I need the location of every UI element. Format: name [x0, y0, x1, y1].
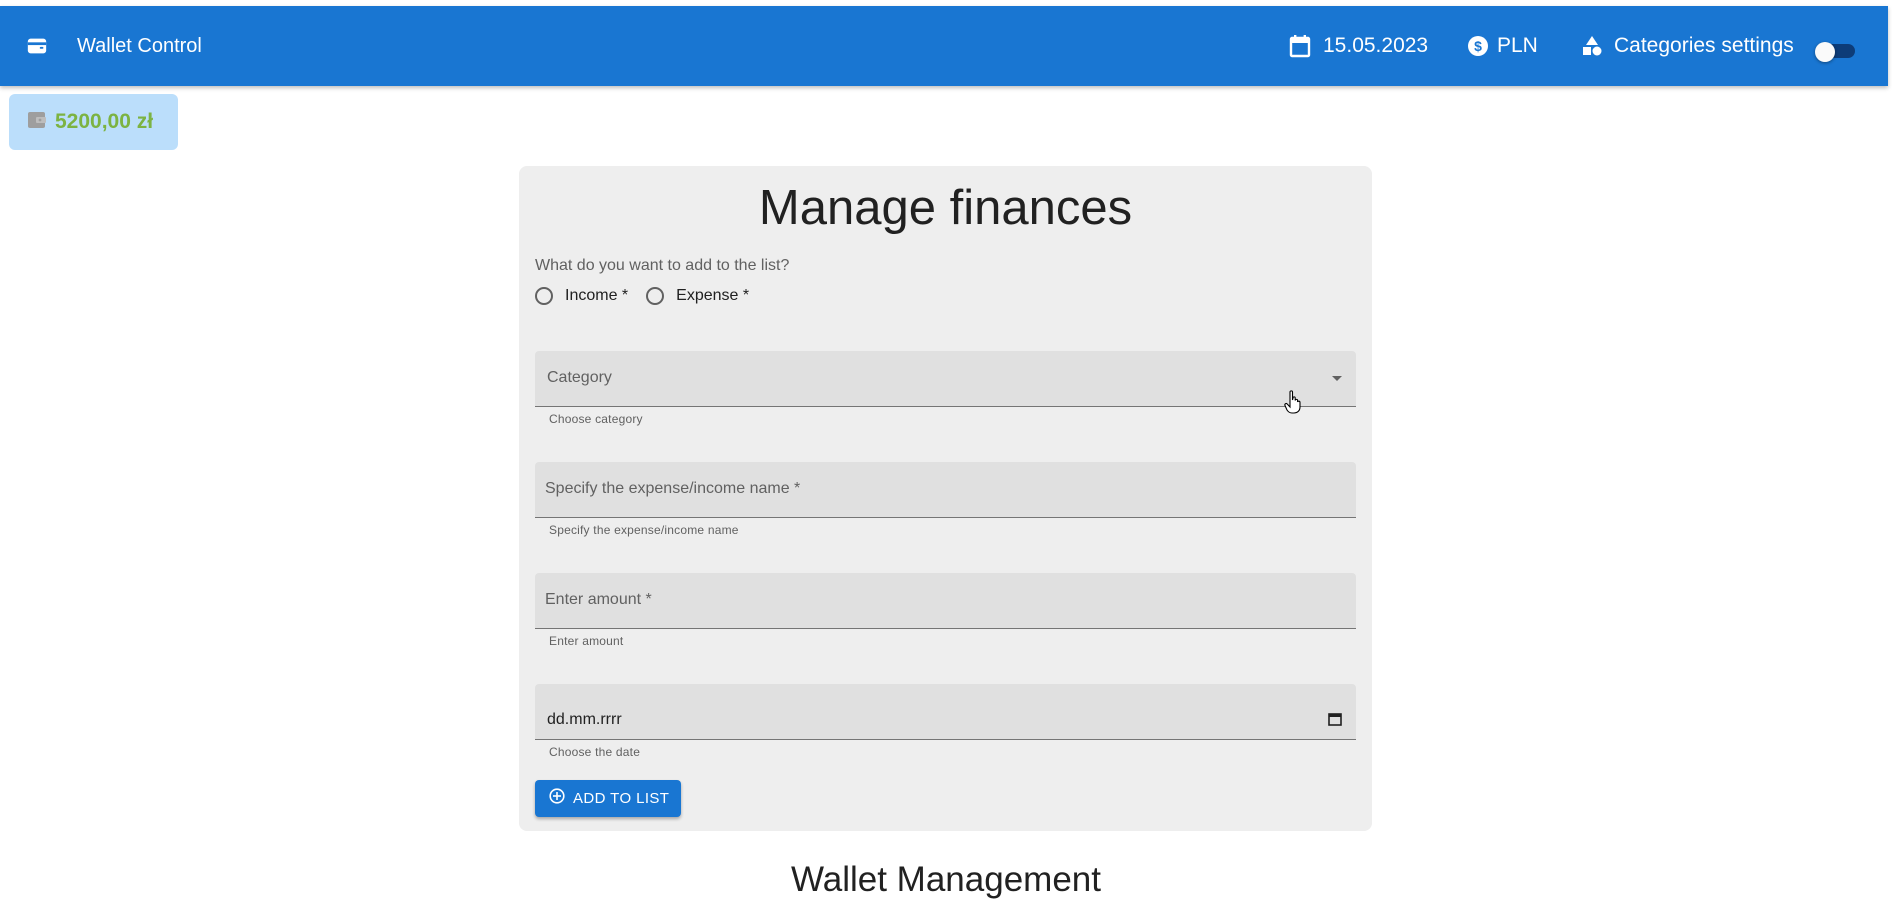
add-circle-icon — [549, 788, 565, 809]
date-placeholder: dd.mm.rrrr — [547, 711, 622, 728]
add-to-list-button[interactable]: ADD TO LIST — [535, 780, 681, 817]
name-input[interactable]: Specify the expense/income name * — [535, 462, 1356, 518]
wallet-balance-icon — [27, 110, 47, 135]
wallet-management-title: Wallet Management — [791, 860, 1101, 899]
radio-income[interactable] — [535, 287, 553, 305]
wallet-icon — [26, 6, 48, 86]
hand-cursor-icon — [1284, 390, 1302, 419]
amount-input[interactable]: Enter amount * — [535, 573, 1356, 629]
svg-text:$: $ — [1474, 38, 1482, 54]
radio-income-label[interactable]: Income * — [565, 287, 628, 305]
radio-expense-label[interactable]: Expense * — [676, 287, 749, 305]
category-label: Category — [547, 369, 612, 386]
theme-toggle[interactable] — [1815, 42, 1855, 62]
manage-finances-card: Manage finances What do you want to add … — [519, 166, 1372, 831]
card-title: Manage finances — [758, 181, 1133, 235]
calendar-icon[interactable] — [1289, 6, 1311, 86]
add-to-list-label: ADD TO LIST — [573, 790, 670, 807]
shapes-icon[interactable] — [1581, 6, 1603, 86]
balance-badge: 5200,00 zł — [9, 94, 178, 150]
top-app-bar: Wallet Control 15.05.2023 $ PLN Categori… — [0, 6, 1888, 86]
name-label: Specify the expense/income name * — [545, 480, 801, 497]
dollar-circle-icon[interactable]: $ — [1467, 6, 1489, 86]
balance-amount: 5200,00 zł — [55, 110, 154, 133]
amount-helper: Enter amount — [549, 634, 624, 648]
category-helper: Choose category — [549, 412, 643, 426]
amount-label: Enter amount * — [545, 591, 652, 608]
categories-settings-link[interactable]: Categories settings — [1614, 6, 1794, 86]
app-title: Wallet Control — [77, 34, 202, 57]
date-input[interactable]: dd.mm.rrrr — [535, 684, 1356, 740]
chevron-down-icon[interactable] — [1332, 376, 1342, 381]
type-question: What do you want to add to the list? — [535, 257, 790, 274]
name-helper: Specify the expense/income name — [549, 523, 739, 537]
category-select[interactable]: Category — [535, 351, 1356, 407]
type-radio-group: Income * Expense * — [535, 287, 767, 305]
date-helper: Choose the date — [549, 745, 641, 759]
radio-expense[interactable] — [646, 287, 665, 305]
currency-selector[interactable]: PLN — [1497, 6, 1538, 86]
toggle-thumb — [1815, 42, 1835, 62]
current-date[interactable]: 15.05.2023 — [1323, 6, 1428, 86]
date-picker-icon[interactable] — [1328, 712, 1342, 731]
